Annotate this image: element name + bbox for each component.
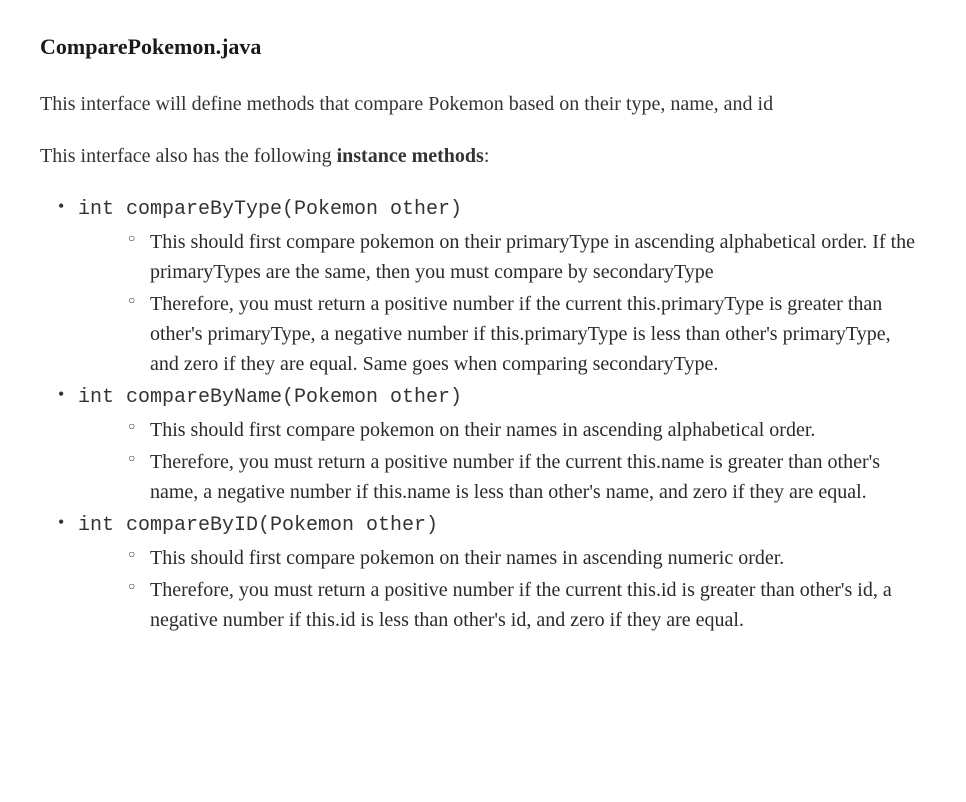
para-suffix: : [484,145,490,167]
method-item: int compareByType(Pokemon other) This sh… [78,193,926,379]
method-detail: This should first compare pokemon on the… [150,415,926,445]
method-signature: int compareByName(Pokemon other) [78,386,462,409]
intro-paragraph: This interface will define methods that … [40,89,926,119]
method-signature: int compareByID(Pokemon other) [78,514,438,537]
method-details: This should first compare pokemon on the… [78,227,926,379]
document-heading: ComparePokemon.java [40,30,926,63]
para-prefix: This interface also has the following [40,145,337,167]
method-item: int compareByName(Pokemon other) This sh… [78,381,926,507]
method-detail: This should first compare pokemon on the… [150,543,926,573]
para-bold: instance methods [337,145,484,167]
methods-list: int compareByType(Pokemon other) This sh… [40,193,926,635]
method-detail: Therefore, you must return a positive nu… [150,289,926,379]
method-details: This should first compare pokemon on the… [78,415,926,507]
method-details: This should first compare pokemon on the… [78,543,926,635]
method-detail: This should first compare pokemon on the… [150,227,926,287]
method-detail: Therefore, you must return a positive nu… [150,575,926,635]
method-signature: int compareByType(Pokemon other) [78,198,462,221]
method-item: int compareByID(Pokemon other) This shou… [78,509,926,635]
instance-methods-paragraph: This interface also has the following in… [40,141,926,171]
method-detail: Therefore, you must return a positive nu… [150,447,926,507]
